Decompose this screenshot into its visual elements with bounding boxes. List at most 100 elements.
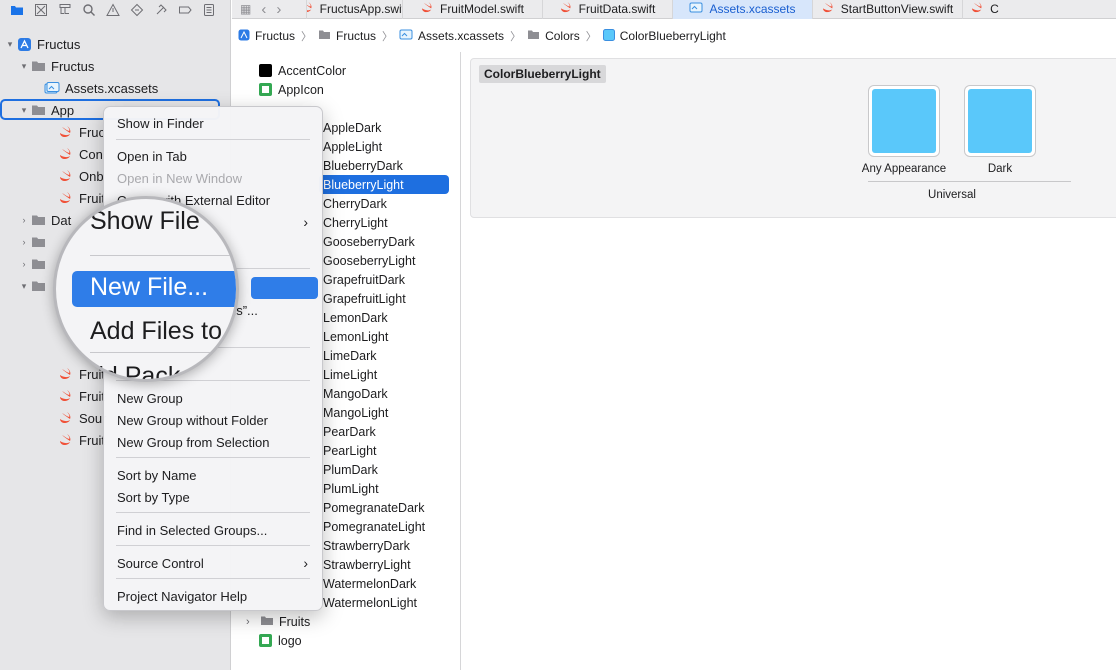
issue-icon[interactable]: [101, 1, 125, 18]
breadcrumb-item[interactable]: Assets.xcassets: [399, 29, 504, 43]
tab-startbuttonview-swift[interactable]: StartButtonView.swift: [812, 0, 962, 19]
asset-row[interactable]: logo: [259, 631, 302, 650]
menu-item-sort-by-name[interactable]: Sort by Name: [104, 464, 322, 486]
navigator-row-label: Fruit: [79, 388, 105, 404]
menu-item-find-in-selected-groups[interactable]: Find in Selected Groups...: [104, 519, 322, 541]
color-well-any-appearance[interactable]: [868, 85, 940, 157]
disclosure-open-icon[interactable]: ▾: [4, 39, 16, 50]
asset-row[interactable]: PearDark: [323, 422, 376, 441]
asset-row[interactable]: LemonLight: [323, 327, 388, 346]
asset-row[interactable]: MangoLight: [323, 403, 388, 422]
asset-row[interactable]: GooseberryDark: [323, 232, 415, 251]
navigator-row[interactable]: Assets.xcassets: [0, 77, 230, 99]
grid-icon[interactable]: ▦: [240, 2, 251, 16]
menu-item-show-in-finder[interactable]: Show in Finder: [104, 112, 322, 134]
asset-row[interactable]: AppleLight: [323, 137, 382, 156]
asset-row-label: PomegranateDark: [323, 500, 425, 515]
disclosure-open-icon[interactable]: ▾: [18, 281, 30, 292]
breakpoint-icon[interactable]: [173, 1, 197, 18]
asset-row[interactable]: GrapefruitDark: [323, 270, 405, 289]
asset-row[interactable]: AppIcon: [259, 80, 324, 99]
asset-row[interactable]: MangoDark: [323, 384, 388, 403]
asset-row-label: BlueberryLight: [323, 177, 404, 192]
asset-row[interactable]: CherryLight: [323, 213, 388, 232]
asset-row-label: CherryDark: [323, 196, 387, 211]
tab-assets-xcassets[interactable]: Assets.xcassets: [672, 0, 812, 19]
tab-fruitdata-swift[interactable]: FruitData.swift: [542, 0, 672, 19]
breadcrumb-item[interactable]: Fructus: [238, 29, 295, 44]
asset-row[interactable]: BlueberryDark: [323, 156, 403, 175]
disclosure-closed-icon[interactable]: ›: [18, 237, 30, 247]
navigator-row-label: Onb: [79, 168, 104, 184]
folder-icon: [318, 29, 331, 43]
asset-row-label: MangoDark: [323, 386, 388, 401]
asset-row-label: LimeLight: [323, 367, 378, 382]
disclosure-closed-icon[interactable]: ›: [18, 259, 30, 269]
asset-row[interactable]: LimeLight: [323, 365, 377, 384]
disclosure-closed-icon[interactable]: ›: [246, 616, 260, 628]
tab-c[interactable]: C: [962, 0, 1007, 19]
asset-row[interactable]: BlueberryLight: [319, 175, 449, 194]
tab-fructusapp-swift[interactable]: FructusApp.swift: [306, 0, 402, 19]
asset-row[interactable]: LimeDark: [323, 346, 377, 365]
breadcrumb-separator-icon: 〉: [510, 31, 522, 43]
menu-item-open-in-tab[interactable]: Open in Tab: [104, 145, 322, 167]
breadcrumb-label: Assets.xcassets: [418, 29, 505, 43]
navigator-row[interactable]: ▾ Fructus: [0, 55, 230, 77]
menu-item-project-navigator-help[interactable]: Project Navigator Help: [104, 585, 322, 607]
asset-row[interactable]: LemonDark: [323, 308, 388, 327]
asset-row[interactable]: PlumLight: [323, 479, 379, 498]
asset-row[interactable]: PearLight: [323, 441, 377, 460]
asset-row-label: PomegranateLight: [323, 519, 426, 534]
asset-row[interactable]: GooseberryLight: [323, 251, 415, 270]
breadcrumb-item[interactable]: Colors: [527, 29, 580, 43]
disclosure-closed-icon[interactable]: ›: [18, 215, 30, 225]
folder-icon[interactable]: [5, 1, 29, 18]
breadcrumb-item[interactable]: Fructus: [318, 29, 376, 43]
navigator-row[interactable]: ▾ Fructus: [0, 33, 230, 55]
asset-row[interactable]: CherryDark: [323, 194, 387, 213]
menu-item-new-group-from-selection[interactable]: New Group from Selection: [104, 431, 322, 453]
disclosure-open-icon[interactable]: ▾: [18, 61, 30, 72]
universal-divider: [868, 181, 1071, 182]
find-icon[interactable]: [77, 1, 101, 18]
asset-row-label: LimeDark: [323, 348, 377, 363]
asset-row-label: GrapefruitLight: [323, 291, 406, 306]
hierarchy-icon[interactable]: [53, 1, 77, 18]
source-control-icon[interactable]: [29, 1, 53, 18]
tab-fruitmodel-swift[interactable]: FruitModel.swift: [402, 0, 542, 19]
swift-icon: [58, 147, 74, 161]
magnified-separator: [90, 255, 236, 256]
asset-row[interactable]: PomegranateLight: [323, 517, 425, 536]
debug-icon[interactable]: [149, 1, 173, 18]
asset-row[interactable]: WatermelonDark: [323, 574, 416, 593]
menu-item-new-group-without-folder[interactable]: New Group without Folder: [104, 409, 322, 431]
menu-item-sort-by-type[interactable]: Sort by Type: [104, 486, 322, 508]
swift-icon: [58, 389, 74, 403]
asset-row[interactable]: PomegranateDark: [323, 498, 424, 517]
forward-arrow-icon[interactable]: ›: [276, 1, 281, 18]
menu-item-source-control[interactable]: Source Control ›: [104, 552, 322, 574]
asset-row[interactable]: WatermelonLight: [323, 593, 417, 612]
asset-row[interactable]: PlumDark: [323, 460, 378, 479]
back-arrow-icon[interactable]: ‹: [261, 1, 266, 18]
menu-item-new-file[interactable]: [251, 277, 318, 299]
asset-row[interactable]: › Fruits: [246, 612, 310, 631]
asset-catalog-icon: [689, 2, 703, 16]
swift-icon: [560, 2, 573, 16]
asset-row[interactable]: StrawberryDark: [323, 536, 410, 555]
report-icon[interactable]: [197, 1, 221, 18]
asset-row[interactable]: AppleDark: [323, 118, 381, 137]
test-icon[interactable]: [125, 1, 149, 18]
folder-icon: [30, 235, 46, 249]
menu-item-new-group[interactable]: New Group: [104, 387, 322, 409]
asset-row[interactable]: AccentColor: [259, 61, 346, 80]
asset-row-label: AppIcon: [278, 82, 324, 97]
project-icon: [16, 37, 32, 51]
asset-row[interactable]: StrawberryLight: [323, 555, 411, 574]
asset-row-label: PlumDark: [323, 462, 378, 477]
asset-row[interactable]: GrapefruitLight: [323, 289, 406, 308]
color-well-dark[interactable]: [964, 85, 1036, 157]
history-navigation: ▦ ‹ ›: [232, 1, 306, 18]
breadcrumb-item[interactable]: ColorBlueberryLight: [602, 28, 726, 44]
